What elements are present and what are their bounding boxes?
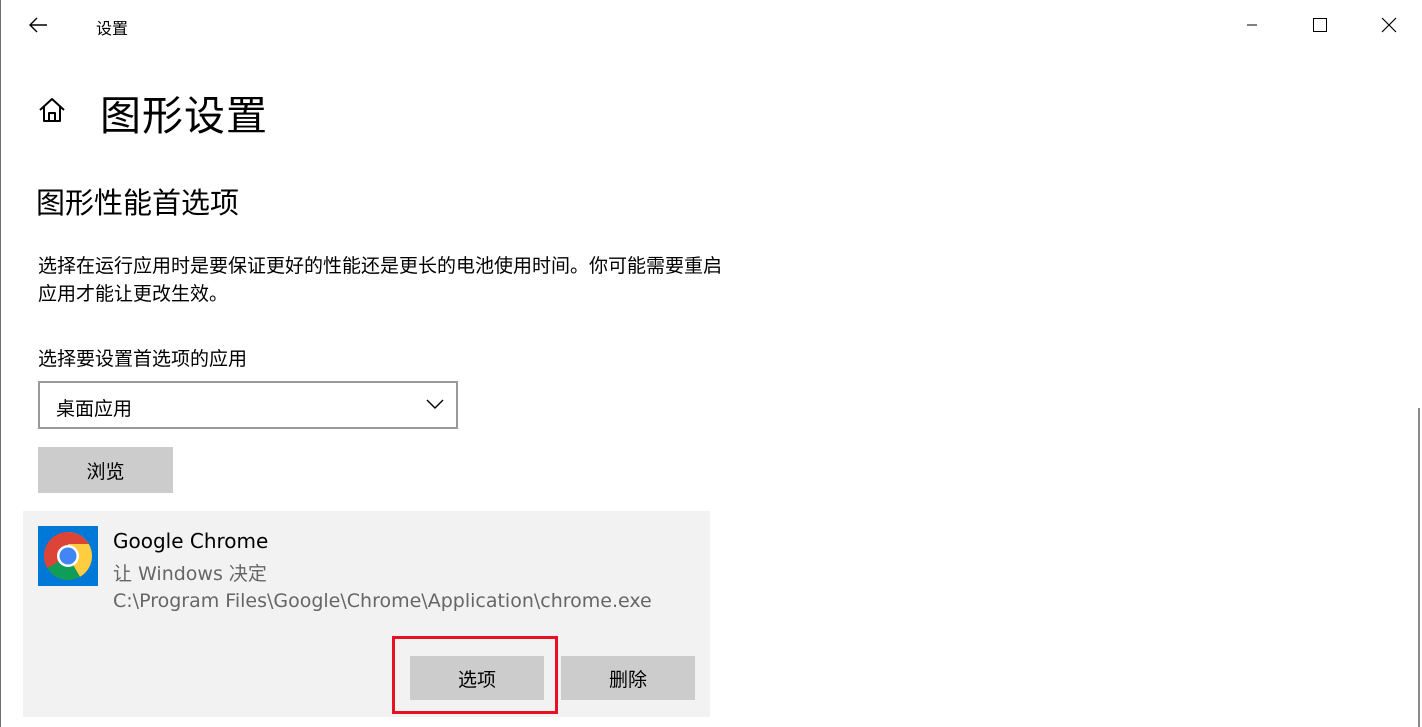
chevron-down-icon [426,399,444,409]
settings-window: 设置 图形设置 图形性能首选项 选择在运行应用时是要保证更好的性能还是更长的电池… [0,0,1422,727]
close-icon [1381,17,1397,33]
app-preference: 让 Windows 决定 [113,563,267,585]
window-left-border [0,0,1,727]
home-button[interactable] [36,94,68,126]
dropdown-value: 桌面应用 [56,398,133,420]
scrollbar[interactable] [1418,408,1420,727]
app-name: Google Chrome [113,529,269,553]
home-icon [39,98,65,122]
section-title: 图形性能首选项 [36,186,240,220]
maximize-button[interactable] [1297,0,1343,50]
page-title: 图形设置 [100,92,268,140]
back-arrow-icon [29,17,47,33]
delete-button[interactable]: 删除 [561,656,695,700]
title-bar: 设置 [0,0,1422,50]
minimize-icon [1247,24,1257,26]
app-icon-tile [38,526,98,586]
app-type-label: 选择要设置首选项的应用 [38,348,248,370]
highlight-annotation [392,636,558,714]
chrome-icon [43,532,93,581]
back-button[interactable] [20,8,56,42]
close-button[interactable] [1366,0,1412,50]
app-path: C:\Program Files\Google\Chrome\Applicati… [113,590,652,612]
minimize-button[interactable] [1229,0,1275,50]
window-title: 设置 [96,19,129,38]
browse-button[interactable]: 浏览 [38,447,173,493]
maximize-icon [1313,18,1327,32]
app-list-item[interactable]: Google Chrome 让 Windows 决定 C:\Program Fi… [23,511,710,717]
app-type-dropdown[interactable]: 桌面应用 [38,381,458,429]
section-description: 选择在运行应用时是要保证更好的性能还是更长的电池使用时间。你可能需要重启应用才能… [38,255,723,305]
